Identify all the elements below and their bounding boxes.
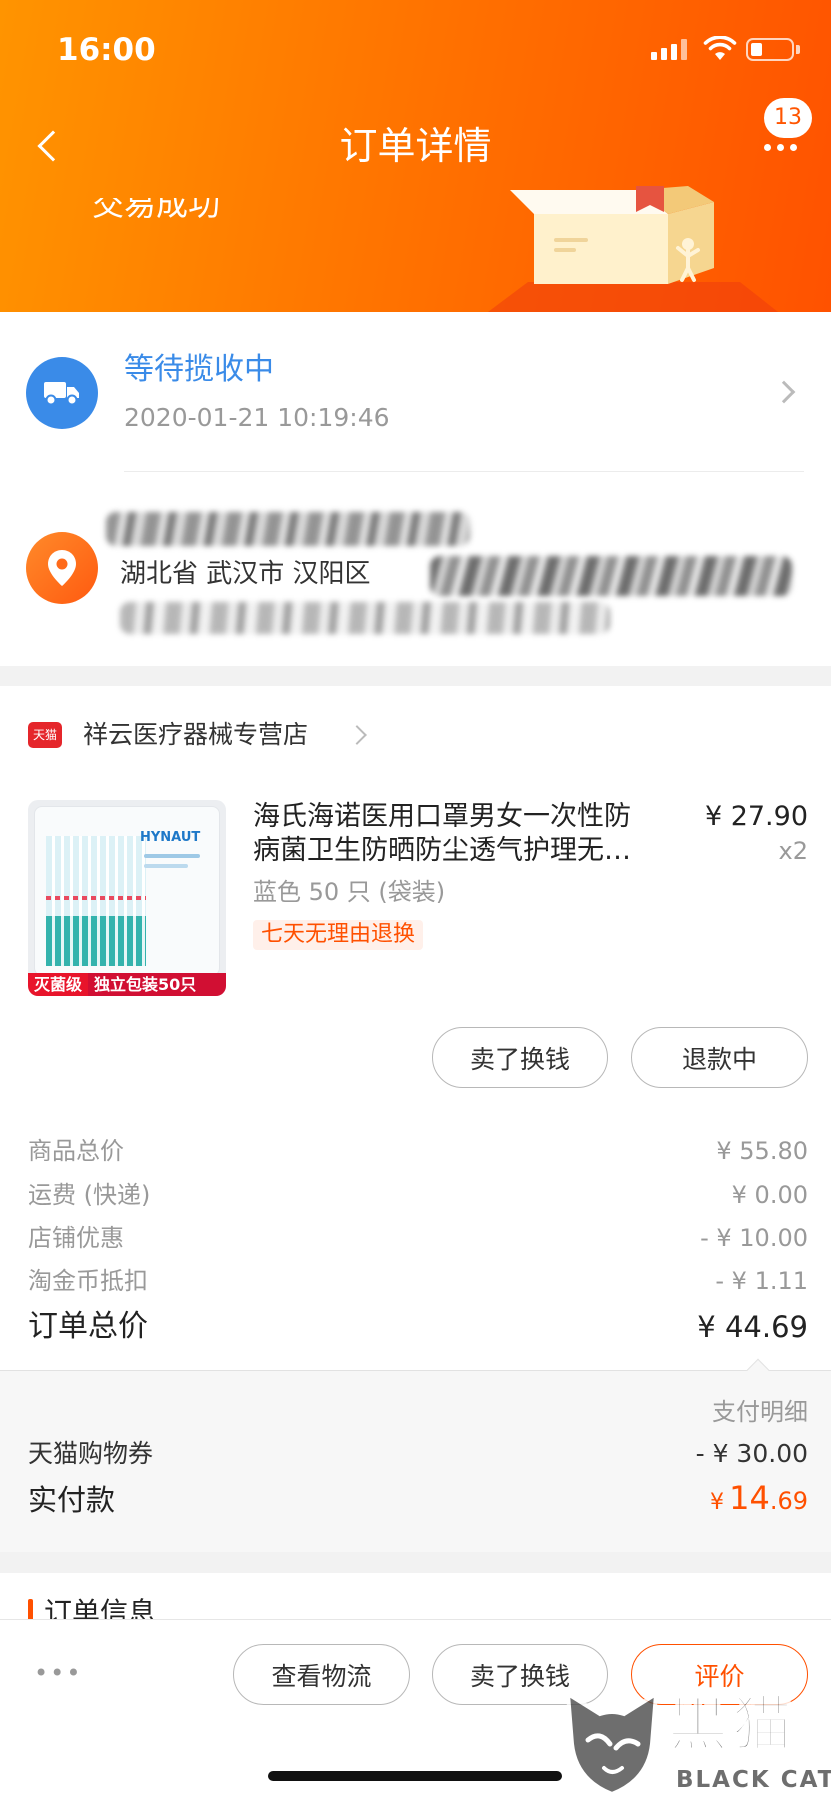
address-region: 湖北省 武汉市 汉阳区	[120, 559, 371, 589]
blackcat-watermark: 黑猫 BLACK CAT	[560, 1686, 831, 1800]
address-row[interactable]: 湖北省 武汉市 汉阳区	[0, 472, 831, 666]
mask-stack-top	[46, 836, 146, 916]
price-row-label: 店铺优惠	[28, 1224, 124, 1252]
view-logistics-button[interactable]: 查看物流	[233, 1644, 410, 1705]
battery-icon	[746, 38, 794, 61]
price-row-label: 运费 (快递)	[28, 1181, 151, 1209]
message-count-badge[interactable]: 13	[764, 98, 812, 138]
product-quantity: x2	[778, 837, 808, 865]
payment-detail-link[interactable]: 支付明细	[712, 1397, 808, 1427]
price-row-value: - ¥ 10.00	[700, 1224, 808, 1252]
more-actions-icon[interactable]: •••	[34, 1658, 82, 1688]
more-icon[interactable]	[764, 144, 804, 152]
redacted-address-detail	[430, 556, 792, 596]
logistics-timestamp: 2020-01-21 10:19:46	[124, 403, 390, 432]
paid-decimal: .69	[769, 1487, 808, 1515]
watermark-en: BLACK CAT	[676, 1767, 831, 1793]
price-row-value: ¥ 55.80	[716, 1137, 808, 1165]
product-banner: 灭菌级 独立包装50只	[28, 973, 226, 996]
product-image: HYNAUT 灭菌级 独立包装50只	[28, 800, 226, 996]
order-status-text: 交易成功	[92, 198, 221, 223]
store-name: 祥云医疗器械专营店	[83, 720, 309, 749]
product-title-line-1: 海氏海诺医用口罩男女一次性防	[253, 801, 631, 832]
store-row[interactable]: 天猫 祥云医疗器械专营店	[0, 700, 420, 770]
status-time: 16:00	[57, 32, 156, 68]
price-row-label: 商品总价	[28, 1137, 124, 1165]
cat-logo-icon	[565, 1690, 659, 1797]
order-total-label: 订单总价	[28, 1309, 148, 1344]
location-pin-icon	[26, 532, 98, 604]
chevron-right-icon	[772, 380, 796, 404]
logistics-address-card: 等待揽收中 2020-01-21 10:19:46 湖北省 武汉市 汉阳区	[0, 312, 831, 666]
coupon-label: 天猫购物券	[28, 1439, 154, 1468]
product-title-line-2: 病菌卫生防晒防尘透气护理无…	[253, 835, 631, 866]
battery-nub	[796, 45, 800, 54]
product-sku: 蓝色 50 只 (袋装)	[253, 878, 446, 906]
mask-stack-bottom	[46, 916, 146, 966]
chevron-right-icon	[347, 725, 367, 745]
payment-details: 支付明细 天猫购物券 - ¥ 30.00 实付款 ¥ 14.69	[0, 1358, 831, 1552]
label-line	[144, 854, 200, 858]
mask-stack-marks	[46, 896, 146, 900]
order-header: 16:00 订单详情 13 交易成功	[0, 0, 831, 312]
logistics-row[interactable]: 等待揽收中 2020-01-21 10:19:46	[0, 312, 831, 471]
paid-integer: 14	[729, 1479, 770, 1517]
truck-icon	[26, 357, 98, 429]
refund-in-progress-button[interactable]: 退款中	[631, 1027, 808, 1088]
order-total-value: ¥ 44.69	[697, 1310, 808, 1344]
paid-amount: ¥ 14.69	[710, 1479, 808, 1517]
paid-currency: ¥	[710, 1490, 725, 1515]
package-box-illustration	[488, 186, 778, 312]
brand-logo-text: HYNAUT	[140, 830, 201, 845]
product-row[interactable]: HYNAUT 灭菌级 独立包装50只 海氏海诺医用口罩男女一次性防 病菌卫生防晒…	[0, 796, 831, 1001]
redacted-address-line	[120, 602, 610, 634]
label-line	[144, 864, 188, 868]
coupon-value: - ¥ 30.00	[695, 1439, 808, 1468]
sell-for-cash-button[interactable]: 卖了换钱	[432, 1027, 608, 1088]
notch	[746, 1358, 770, 1382]
service-tag: 七天无理由退换	[253, 920, 424, 950]
paid-label: 实付款	[28, 1483, 116, 1517]
price-row-value: ¥ 0.00	[731, 1181, 808, 1209]
cellular-signal-icon	[651, 38, 691, 60]
banner-left: 灭菌级	[28, 973, 89, 996]
wifi-icon	[703, 36, 737, 60]
redacted-recipient-name	[106, 512, 470, 546]
tmall-badge: 天猫	[28, 722, 62, 748]
logistics-status: 等待揽收中	[124, 352, 274, 387]
order-card: 天猫 祥云医疗器械专营店 HYNAUT 灭菌级 独立包装50只 海氏海诺医用口罩…	[0, 686, 831, 1552]
price-row-label: 淘金币抵扣	[28, 1267, 148, 1295]
price-row-value: - ¥ 1.11	[715, 1267, 808, 1295]
watermark-cn: 黑猫	[667, 1690, 796, 1760]
order-status: 交易成功	[92, 198, 312, 226]
product-price: ¥ 27.90	[704, 801, 808, 832]
page-title: 订单详情	[339, 124, 492, 168]
banner-right: 独立包装50只	[88, 973, 226, 996]
home-indicator[interactable]	[268, 1771, 562, 1781]
